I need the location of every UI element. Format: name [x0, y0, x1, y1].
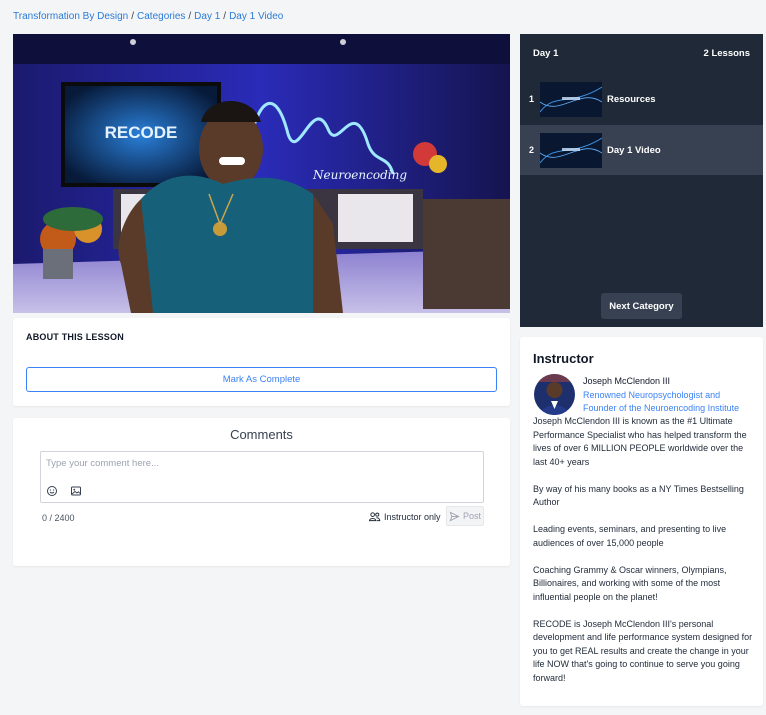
video-player[interactable]: RECODE Neuroencoding: [13, 34, 510, 313]
playlist-item-number: 1: [528, 94, 534, 104]
playlist-item-number: 2: [528, 145, 534, 155]
bio-paragraph: Coaching Grammy & Oscar winners, Olympia…: [533, 564, 727, 602]
breadcrumb-categories[interactable]: Categories: [137, 11, 185, 22]
character-counter: 0 / 2400: [42, 513, 75, 523]
about-lesson-card: ABOUT THIS LESSON Mark As Complete: [13, 318, 510, 406]
users-icon: [368, 512, 381, 522]
next-category-button[interactable]: Next Category: [601, 293, 682, 319]
instructor-heading: Instructor: [533, 351, 594, 366]
mark-complete-button[interactable]: Mark As Complete: [26, 367, 497, 392]
comments-card: Comments 0 / 2400 Instructor only Post: [13, 418, 510, 566]
instructor-only-toggle[interactable]: Instructor only: [368, 511, 441, 522]
instructor-only-label: Instructor only: [384, 511, 441, 522]
bio-paragraph: By way of his many books as a NY Times B…: [533, 483, 744, 508]
instructor-card: Instructor Joseph McClendon III Renowned…: [520, 337, 763, 706]
instructor-name: Joseph McClendon III: [583, 376, 671, 386]
instructor-bio: Joseph McClendon III is known as the #1 …: [533, 415, 755, 699]
instructor-role[interactable]: Renowned Neuropsychologist and Founder o…: [583, 389, 753, 414]
about-lesson-title: ABOUT THIS LESSON: [26, 332, 124, 342]
lesson-thumbnail: [540, 81, 602, 117]
breadcrumb-lesson[interactable]: Day 1 Video: [229, 11, 283, 22]
playlist-item-day1-video[interactable]: 2 Day 1 Video: [520, 125, 763, 175]
image-icon[interactable]: [70, 484, 82, 496]
bio-paragraph: Leading events, seminars, and presenting…: [533, 524, 727, 548]
bio-paragraph: RECODE is Joseph McClendon III's persona…: [533, 618, 753, 683]
playlist-item-title: Resources: [607, 93, 656, 105]
comment-box: [40, 451, 484, 503]
neon-wall-text: Neuroencoding: [312, 168, 407, 182]
playlist-header: Day 1 2 Lessons: [520, 34, 763, 72]
post-button[interactable]: Post: [446, 506, 484, 526]
comments-title: Comments: [230, 427, 293, 442]
post-label: Post: [462, 511, 481, 521]
bio-paragraph: Joseph McClendon III is known as the #1 …: [533, 416, 747, 467]
smiley-icon[interactable]: [46, 484, 58, 496]
breadcrumb-day[interactable]: Day 1: [194, 11, 220, 22]
playlist-item-title: Day 1 Video: [607, 144, 661, 156]
video-frame: RECODE Neuroencoding: [13, 34, 510, 313]
lesson-count: 2 Lessons: [703, 47, 750, 59]
avatar: [534, 374, 575, 415]
lesson-playlist: Day 1 2 Lessons 1 Resources 2 Day 1 Vide…: [520, 34, 763, 327]
send-icon: [449, 510, 460, 522]
screen-logo-text: RECODE: [105, 123, 178, 142]
breadcrumb: Transformation By Design / Categories / Day …: [13, 11, 283, 22]
breadcrumb-separator: /: [188, 11, 192, 22]
playlist-item-resources[interactable]: 1 Resources: [520, 74, 763, 124]
category-title: Day 1: [533, 47, 559, 59]
comment-input[interactable]: [46, 458, 476, 469]
breadcrumb-course[interactable]: Transformation By Design: [13, 11, 128, 22]
breadcrumb-separator: /: [223, 11, 227, 22]
breadcrumb-separator: /: [131, 11, 135, 22]
lesson-thumbnail: [540, 132, 602, 168]
